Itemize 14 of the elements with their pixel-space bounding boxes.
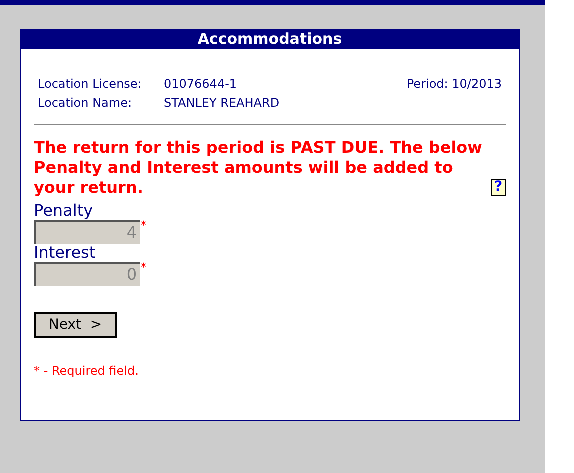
past-due-warning: The return for this period is PAST DUE. The below Penalty and Interest amounts will be added to your return. [34, 138, 484, 198]
required-field-note: * - Required field. [34, 363, 140, 380]
info-label: Location Name: [38, 95, 134, 112]
help-icon[interactable]: ? [491, 179, 506, 196]
required-mark: * [141, 220, 146, 231]
info-label: Location License: [38, 76, 143, 93]
info-value: STANLEY REAHARD [164, 95, 280, 112]
field-label: Penalty [34, 202, 94, 220]
info-value: 01076644-1 [164, 76, 238, 93]
next-button[interactable]: Next > [34, 312, 117, 338]
required-mark: * [141, 262, 146, 273]
period-text: Period: 10/2013 [406, 76, 502, 93]
panel-title: Accommodations [21, 30, 519, 49]
field-label: Interest [34, 244, 97, 262]
